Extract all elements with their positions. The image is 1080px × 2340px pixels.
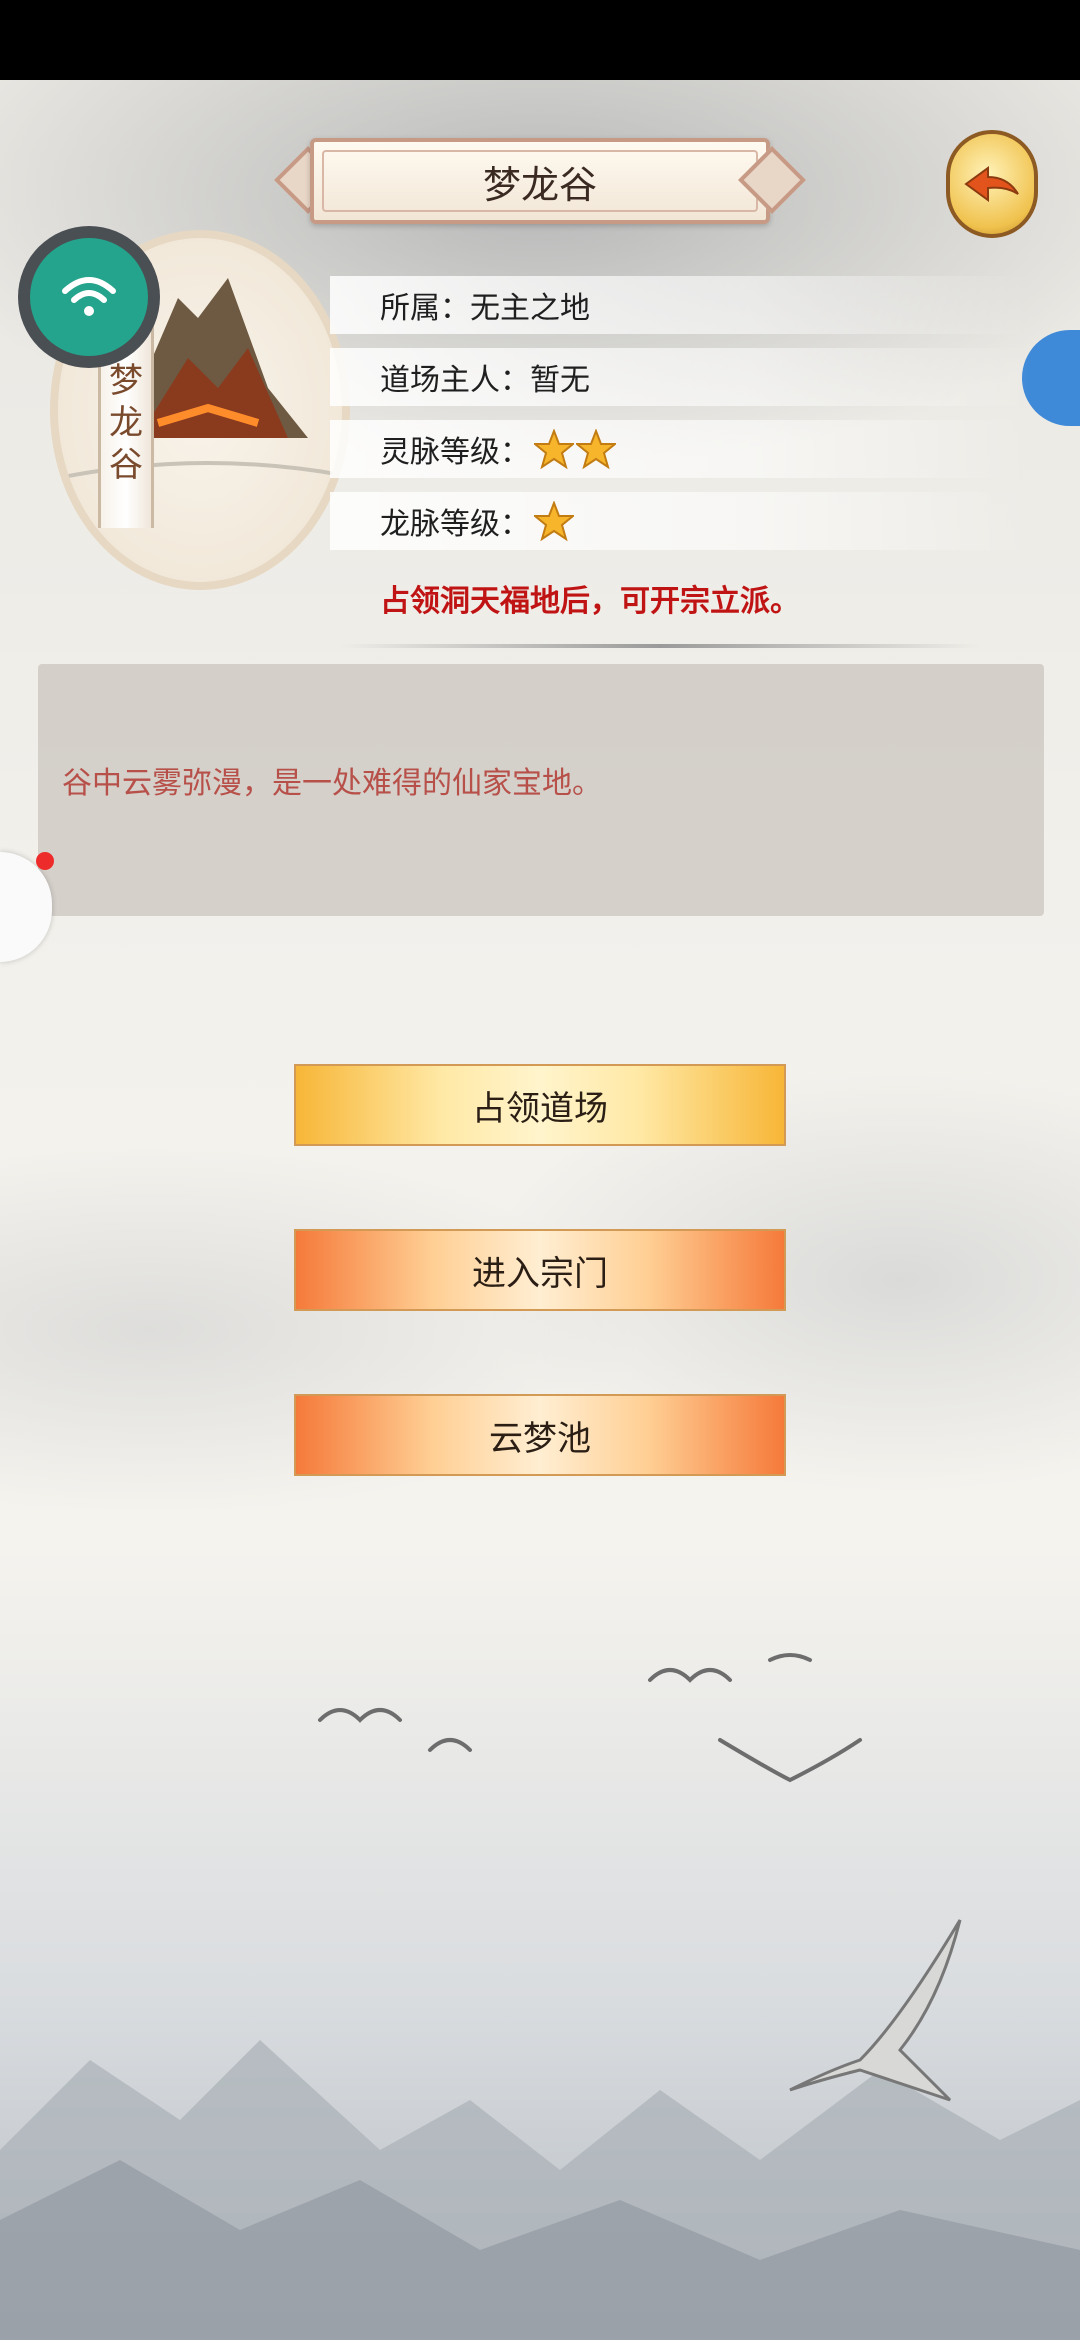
back-arrow-icon xyxy=(964,166,1019,202)
occupation-hint: 占领洞天福地后，可开宗立派。 xyxy=(380,584,800,619)
occupy-dojo-button[interactable]: 占领道场 xyxy=(294,1064,786,1146)
info-row-dragon-vein: 龙脉等级： xyxy=(330,492,1030,550)
spirit-vein-stars xyxy=(534,429,618,469)
divider xyxy=(340,644,980,648)
info-row-spirit-vein: 灵脉等级： xyxy=(330,420,1030,478)
back-button[interactable] xyxy=(946,130,1038,238)
info-row-owner: 道场主人：暂无 xyxy=(330,348,1030,406)
notification-dot xyxy=(36,852,54,870)
name-char: 谷 xyxy=(109,445,143,485)
wifi-badge xyxy=(30,238,148,356)
affiliation-text: 所属：无主之地 xyxy=(380,291,590,326)
owner-text: 道场主人：暂无 xyxy=(380,363,590,398)
title-plaque: 梦龙谷 xyxy=(270,138,810,224)
star-icon xyxy=(576,429,616,469)
dragon-vein-label: 龙脉等级： xyxy=(380,507,530,542)
page-title: 梦龙谷 xyxy=(482,162,597,207)
star-icon xyxy=(534,429,574,469)
spirit-vein-label: 灵脉等级： xyxy=(380,435,530,470)
dragon-vein-stars xyxy=(534,501,576,541)
cranes-illustration xyxy=(318,1653,962,2102)
name-char: 龙 xyxy=(109,403,143,443)
star-icon xyxy=(534,501,574,541)
name-char: 梦 xyxy=(109,361,143,401)
status-bar xyxy=(0,0,1080,80)
cloud-dream-pool-button[interactable]: 云梦池 xyxy=(294,1394,786,1476)
enter-sect-button[interactable]: 进入宗门 xyxy=(294,1229,786,1311)
network-status-button[interactable] xyxy=(18,226,160,368)
wifi-icon xyxy=(62,277,116,316)
location-description: 谷中云雾弥漫，是一处难得的仙家宝地。 xyxy=(62,766,602,801)
info-row-affiliation: 所属：无主之地 xyxy=(330,276,1030,334)
